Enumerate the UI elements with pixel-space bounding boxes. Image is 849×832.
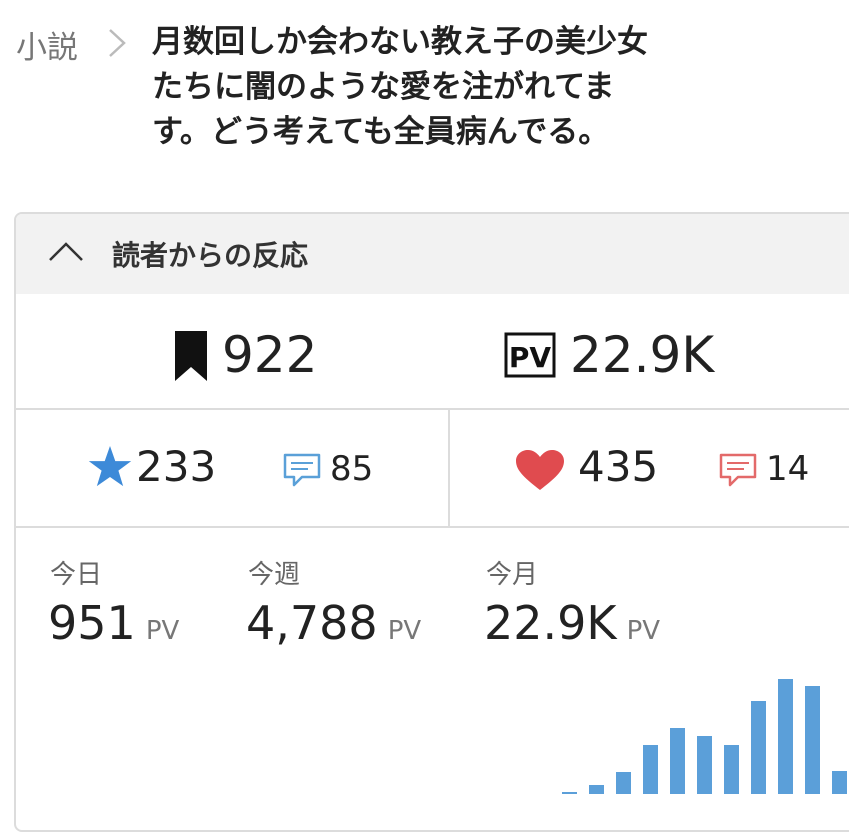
work-title-line: す。どう考えても全員病んでる。 xyxy=(152,114,610,150)
bookmark-pv-row: 922 PV 22.9K xyxy=(16,294,849,410)
star-comment-count: 85 xyxy=(330,449,374,489)
chart-bar xyxy=(616,771,631,794)
stat-today-unit: PV xyxy=(145,616,180,646)
stat-month-unit: PV xyxy=(626,616,661,646)
stat-week-unit: PV xyxy=(387,616,422,646)
heart-icon[interactable] xyxy=(514,448,566,492)
comment-icon[interactable] xyxy=(718,452,758,488)
stat-today-number: 951 xyxy=(48,596,136,650)
chart-bar xyxy=(751,701,766,794)
pv-bar-chart xyxy=(556,664,849,794)
stat-week-label: 今週 xyxy=(248,560,301,590)
stat-week-value: 4,788 PV xyxy=(246,600,421,646)
chevron-up-icon[interactable] xyxy=(48,240,84,262)
chart-bar xyxy=(643,744,658,794)
pv-total: 22.9K xyxy=(570,326,715,384)
divider xyxy=(448,410,450,526)
star-count: 233 xyxy=(136,442,217,491)
work-title-line: 月数回しか会わない教え子の美少女 xyxy=(152,24,648,60)
bookmark-count: 922 xyxy=(222,326,318,384)
chart-bar xyxy=(832,770,847,794)
pv-badge-text: PV xyxy=(509,341,552,374)
pv-badge-icon: PV xyxy=(504,332,556,378)
bookmark-icon xyxy=(175,331,207,381)
comment-icon[interactable] xyxy=(282,452,322,488)
stat-week-number: 4,788 xyxy=(246,596,378,650)
stat-month-value: 22.9K PV xyxy=(484,600,660,646)
chart-bar xyxy=(805,686,820,794)
work-title: 月数回しか会わない教え子の美少女 たちに闇のような愛を注がれてま す。どう考えて… xyxy=(152,20,832,155)
stat-today-label: 今日 xyxy=(50,560,103,590)
stat-month-number: 22.9K xyxy=(484,596,617,650)
heart-count: 435 xyxy=(578,442,659,491)
chart-bar xyxy=(724,744,739,794)
reactions-header[interactable]: 読者からの反応 xyxy=(16,214,849,294)
chart-bar xyxy=(670,728,685,794)
stat-today-value: 951 PV xyxy=(48,600,179,646)
chevron-right-icon xyxy=(109,29,126,57)
chart-bar xyxy=(562,792,577,794)
work-title-line: たちに闇のような愛を注がれてま xyxy=(152,69,615,105)
breadcrumb-novels[interactable]: 小説 xyxy=(16,22,78,67)
stat-month-label: 今月 xyxy=(486,560,539,590)
chart-bar xyxy=(697,735,712,794)
heart-comment-count: 14 xyxy=(766,449,810,489)
reactions-header-label: 読者からの反応 xyxy=(112,239,309,272)
reader-reactions-card: 読者からの反応 922 PV 22.9K 233 85 435 14 今日 95… xyxy=(14,212,849,832)
evaluation-row: 233 85 435 14 xyxy=(16,410,849,528)
star-icon[interactable] xyxy=(88,446,132,488)
chart-bar xyxy=(589,784,604,794)
chart-bar xyxy=(778,678,793,794)
